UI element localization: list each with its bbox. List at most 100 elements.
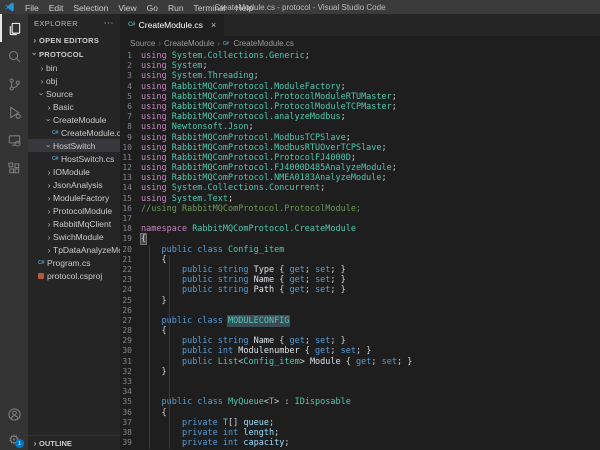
line-number[interactable]: 22 (120, 265, 141, 275)
tree-item-createmodule[interactable]: ›CreateModule (28, 113, 120, 126)
tree-item-rabbitmqclient[interactable]: ›RabbitMqClient (28, 217, 120, 230)
line-number[interactable]: 10 (120, 143, 141, 153)
menu-file[interactable]: File (20, 3, 44, 13)
more-actions-icon[interactable]: ⋯ (104, 20, 114, 28)
code-line[interactable]: 35 public class MyQueue<T> : IDisposable (120, 397, 600, 407)
line-number[interactable]: 38 (120, 428, 141, 438)
code-line[interactable]: 20 public class Config_item (120, 245, 600, 255)
root-folder-section[interactable]: › PROTOCOL (28, 47, 120, 61)
line-number[interactable]: 12 (120, 163, 141, 173)
line-number[interactable]: 1 (120, 51, 141, 61)
menu-terminal[interactable]: Terminal (189, 3, 231, 13)
line-number[interactable]: 8 (120, 122, 141, 132)
line-number[interactable]: 24 (120, 285, 141, 295)
menu-view[interactable]: View (113, 3, 141, 13)
line-number[interactable]: 20 (120, 245, 141, 255)
code-line[interactable]: 17 (120, 214, 600, 224)
tree-item-iomodule[interactable]: ›IOModule (28, 165, 120, 178)
code-line[interactable]: 31 public List<Config_item> Module { get… (120, 357, 600, 367)
code-line[interactable]: 28 { (120, 326, 600, 336)
menu-run[interactable]: Run (163, 3, 189, 13)
code-line[interactable]: 4using RabbitMQComProtocol.ModuleFactory… (120, 82, 600, 92)
code-line[interactable]: 8using Newtonsoft.Json; (120, 122, 600, 132)
tree-item-createmodule-cs[interactable]: C#CreateModule.cs (28, 126, 120, 139)
code-line[interactable]: 18namespace RabbitMQComProtocol.CreateMo… (120, 224, 600, 234)
code-line[interactable]: 14using System.Collections.Concurrent; (120, 183, 600, 193)
line-number[interactable]: 39 (120, 438, 141, 448)
line-number[interactable]: 30 (120, 346, 141, 356)
tree-item-obj[interactable]: ›obj (28, 74, 120, 87)
menu-selection[interactable]: Selection (68, 3, 113, 13)
code-line[interactable]: 21 { (120, 255, 600, 265)
tree-item-program-cs[interactable]: C#Program.cs (28, 256, 120, 269)
line-number[interactable]: 26 (120, 306, 141, 316)
line-number[interactable]: 18 (120, 224, 141, 234)
code-line[interactable]: 38 private int length; (120, 428, 600, 438)
code-line[interactable]: 32 } (120, 367, 600, 377)
line-number[interactable]: 37 (120, 418, 141, 428)
tree-item-swichmodule[interactable]: ›SwichModule (28, 230, 120, 243)
code-line[interactable]: 30 public int Modulenumber { get; set; } (120, 346, 600, 356)
code-line[interactable]: 27 public class MODULECONFIG (120, 316, 600, 326)
line-number[interactable]: 13 (120, 173, 141, 183)
code-line[interactable]: 11using RabbitMQComProtocol.ProtocolFJ40… (120, 153, 600, 163)
run-debug-icon[interactable] (0, 98, 28, 126)
line-number[interactable]: 4 (120, 82, 141, 92)
line-number[interactable]: 23 (120, 275, 141, 285)
code-line[interactable]: 7using RabbitMQComProtocol.analyzeModbus… (120, 112, 600, 122)
code-line[interactable]: 6using RabbitMQComProtocol.ProtocolModul… (120, 102, 600, 112)
breadcrumb-folder[interactable]: Source (130, 39, 155, 48)
gear-icon[interactable]: ⚙ 1 (0, 428, 28, 450)
code-line[interactable]: 25 } (120, 296, 600, 306)
tree-item-protocol-csproj[interactable]: protocol.csproj (28, 269, 120, 282)
line-number[interactable]: 34 (120, 387, 141, 397)
menu-go[interactable]: Go (142, 3, 163, 13)
line-number[interactable]: 21 (120, 255, 141, 265)
line-number[interactable]: 17 (120, 214, 141, 224)
outline-section[interactable]: › OUTLINE (28, 435, 120, 450)
code-line[interactable]: 2using System; (120, 61, 600, 71)
line-number[interactable]: 2 (120, 61, 141, 71)
line-number[interactable]: 15 (120, 194, 141, 204)
line-number[interactable]: 29 (120, 336, 141, 346)
code-line[interactable]: 13using RabbitMQComProtocol.NMEA0183Anal… (120, 173, 600, 183)
explorer-icon[interactable] (0, 14, 28, 42)
code-line[interactable]: 39 private int capacity; (120, 438, 600, 448)
code-line[interactable]: 12using RabbitMQComProtocol.FJ4000D485An… (120, 163, 600, 173)
code-editor[interactable]: 1using System.Collections.Generic;2using… (120, 51, 600, 450)
code-line[interactable]: 29 public string Name { get; set; } (120, 336, 600, 346)
source-control-icon[interactable] (0, 70, 28, 98)
code-line[interactable]: 37 private T[] queue; (120, 418, 600, 428)
code-line[interactable]: 10using RabbitMQComProtocol.ModbusRTUOve… (120, 143, 600, 153)
tree-item-hostswitch[interactable]: ›HostSwitch (28, 139, 120, 152)
code-line[interactable]: 23 public string Name { get; set; } (120, 275, 600, 285)
tree-item-basic[interactable]: ›Basic (28, 100, 120, 113)
code-line[interactable]: 36 { (120, 408, 600, 418)
line-number[interactable]: 14 (120, 183, 141, 193)
tree-item-source[interactable]: ›Source (28, 87, 120, 100)
tree-item-protocolmodule[interactable]: ›ProtocolModule (28, 204, 120, 217)
code-line[interactable]: 33 (120, 377, 600, 387)
tree-item-tpdataanalyzemod-[interactable]: ›TpDataAnalyzeMod... (28, 243, 120, 256)
tree-item-jsonanalysis[interactable]: ›JsonAnalysis (28, 178, 120, 191)
line-number[interactable]: 3 (120, 71, 141, 81)
remote-explorer-icon[interactable] (0, 126, 28, 154)
tree-item-modulefactory[interactable]: ›ModuleFactory (28, 191, 120, 204)
tree-item-bin[interactable]: ›bin (28, 61, 120, 74)
code-line[interactable]: 15using System.Text; (120, 194, 600, 204)
code-line[interactable]: 26 (120, 306, 600, 316)
line-number[interactable]: 5 (120, 92, 141, 102)
line-number[interactable]: 31 (120, 357, 141, 367)
line-number[interactable]: 6 (120, 102, 141, 112)
code-line[interactable]: 9using RabbitMQComProtocol.ModbusTCPSlav… (120, 133, 600, 143)
line-number[interactable]: 32 (120, 367, 141, 377)
tree-item-hostswitch-cs[interactable]: C#HostSwitch.cs (28, 152, 120, 165)
menu-edit[interactable]: Edit (44, 3, 69, 13)
close-icon[interactable]: × (211, 20, 216, 30)
line-number[interactable]: 35 (120, 397, 141, 407)
breadcrumb-folder[interactable]: CreateModule (164, 39, 214, 48)
line-number[interactable]: 36 (120, 408, 141, 418)
line-number[interactable]: 11 (120, 153, 141, 163)
line-number[interactable]: 28 (120, 326, 141, 336)
line-number[interactable]: 7 (120, 112, 141, 122)
